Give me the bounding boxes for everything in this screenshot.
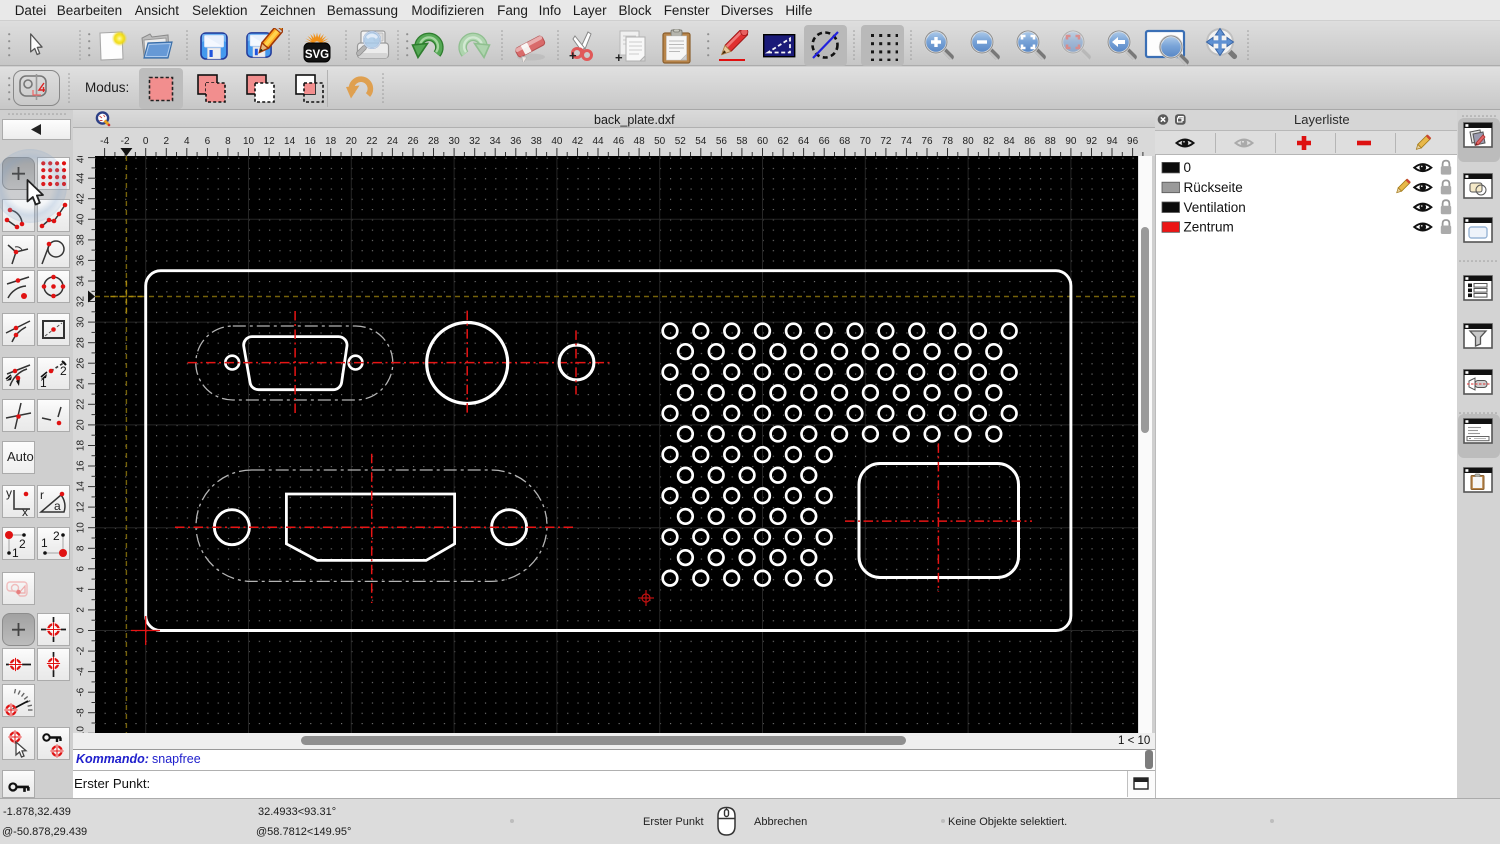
svg-text:36: 36 <box>76 254 87 266</box>
svg-text:0: 0 <box>76 627 87 633</box>
svg-text:94: 94 <box>1106 136 1118 147</box>
svg-text:6: 6 <box>76 566 87 572</box>
svg-text:-2: -2 <box>76 646 87 655</box>
svg-text:46: 46 <box>76 156 87 163</box>
svg-text:80: 80 <box>963 136 975 147</box>
svg-text:30: 30 <box>76 316 87 328</box>
svg-text:92: 92 <box>1086 136 1098 147</box>
svg-text:20: 20 <box>346 136 358 147</box>
svg-text:10: 10 <box>243 136 255 147</box>
svg-text:0: 0 <box>143 136 149 147</box>
svg-text:x: x <box>22 505 28 518</box>
svg-text:74: 74 <box>901 136 913 147</box>
svg-text:4: 4 <box>184 136 190 147</box>
svg-text:32: 32 <box>469 136 481 147</box>
svg-text:22: 22 <box>366 136 378 147</box>
svg-text:64: 64 <box>798 136 810 147</box>
svg-text:22: 22 <box>76 398 87 410</box>
svg-text:40: 40 <box>551 136 563 147</box>
svg-text:52: 52 <box>675 136 687 147</box>
svg-text:56: 56 <box>716 136 728 147</box>
svg-text:84: 84 <box>1004 136 1016 147</box>
svg-text:38: 38 <box>76 234 87 246</box>
svg-text:Ventilation: Ventilation <box>1184 199 1246 214</box>
svg-text:-8: -8 <box>76 708 87 717</box>
svg-text:-2: -2 <box>121 136 130 147</box>
svg-text:32: 32 <box>76 296 87 308</box>
svg-text:8: 8 <box>225 136 231 147</box>
svg-text:44: 44 <box>592 136 604 147</box>
svg-text:36: 36 <box>510 136 522 147</box>
svg-text:66: 66 <box>819 136 831 147</box>
svg-text:0: 0 <box>1184 160 1192 175</box>
svg-text:42: 42 <box>572 136 584 147</box>
svg-text:24: 24 <box>387 136 399 147</box>
svg-text:26: 26 <box>76 357 87 369</box>
svg-text:46: 46 <box>613 136 625 147</box>
svg-text:70: 70 <box>860 136 872 147</box>
svg-text:-6: -6 <box>76 687 87 696</box>
svg-text:28: 28 <box>76 337 87 349</box>
svg-text:Zentrum: Zentrum <box>1184 219 1234 234</box>
svg-text:4: 4 <box>76 586 87 592</box>
svg-text:2: 2 <box>53 529 60 543</box>
svg-text:16: 16 <box>305 136 317 147</box>
svg-text:10: 10 <box>76 522 87 534</box>
svg-text:88: 88 <box>1045 136 1057 147</box>
svg-text:14: 14 <box>284 136 296 147</box>
svg-text:14: 14 <box>76 481 87 493</box>
svg-text:40: 40 <box>76 213 87 225</box>
svg-text:96: 96 <box>1127 136 1139 147</box>
svg-text:r: r <box>40 488 44 502</box>
svg-text:18: 18 <box>76 440 87 452</box>
svg-text:20: 20 <box>76 419 87 431</box>
svg-text:12: 12 <box>76 501 87 513</box>
svg-text:24: 24 <box>76 378 87 390</box>
svg-text:38: 38 <box>531 136 543 147</box>
svg-text:2: 2 <box>164 136 170 147</box>
svg-text:72: 72 <box>880 136 892 147</box>
svg-text:8: 8 <box>76 545 87 551</box>
svg-text:+: + <box>569 48 577 63</box>
svg-text:-4: -4 <box>76 667 87 676</box>
svg-text:82: 82 <box>983 136 995 147</box>
svg-text:-4: -4 <box>100 136 109 147</box>
svg-text:48: 48 <box>634 136 646 147</box>
svg-text:42: 42 <box>76 193 87 205</box>
svg-text:28: 28 <box>428 136 440 147</box>
svg-text:50: 50 <box>654 136 666 147</box>
svg-text:26: 26 <box>407 136 419 147</box>
svg-text:68: 68 <box>839 136 851 147</box>
svg-text:16: 16 <box>76 460 87 472</box>
svg-text:58: 58 <box>736 136 748 147</box>
svg-text:2: 2 <box>19 537 26 551</box>
svg-text:60: 60 <box>757 136 769 147</box>
svg-text:a: a <box>54 499 61 513</box>
svg-text:2: 2 <box>60 364 67 378</box>
svg-text:86: 86 <box>1024 136 1036 147</box>
svg-text:Rückseite: Rückseite <box>1184 180 1243 195</box>
svg-text:1: 1 <box>12 546 19 560</box>
svg-text:76: 76 <box>921 136 933 147</box>
svg-text:SVG: SVG <box>305 49 329 61</box>
svg-text:34: 34 <box>490 136 502 147</box>
svg-text:78: 78 <box>942 136 954 147</box>
svg-text:1: 1 <box>41 536 48 550</box>
svg-text:34: 34 <box>76 275 87 287</box>
svg-text:6: 6 <box>205 136 211 147</box>
svg-text:18: 18 <box>325 136 337 147</box>
svg-text:90: 90 <box>1065 136 1077 147</box>
svg-text:y: y <box>6 486 12 500</box>
svg-text:54: 54 <box>695 136 707 147</box>
svg-text:12: 12 <box>264 136 276 147</box>
svg-text:62: 62 <box>778 136 790 147</box>
svg-text:+: + <box>615 50 623 65</box>
svg-text:30: 30 <box>449 136 461 147</box>
svg-text:1: 1 <box>40 376 47 390</box>
svg-text:2: 2 <box>76 607 87 613</box>
svg-text:44: 44 <box>76 172 87 184</box>
svg-text:-10: -10 <box>76 726 87 733</box>
